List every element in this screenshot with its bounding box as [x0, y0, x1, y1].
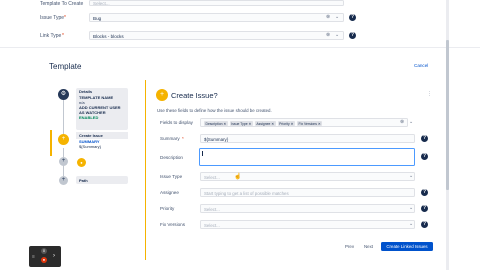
path-step[interactable]: Path — [76, 176, 128, 184]
priority-select[interactable]: Select... — [200, 204, 415, 213]
required-marker: * — [62, 33, 64, 39]
fix-versions-label: Fix Versions — [160, 222, 186, 227]
details-node-icon[interactable]: ⚙ — [58, 89, 69, 100]
create-issue-node-icon[interactable]: + — [58, 134, 69, 145]
issue-type-select[interactable]: Bug — [89, 13, 344, 22]
tree-connector — [63, 98, 64, 136]
required-marker: * — [64, 15, 66, 21]
assignee-input[interactable]: Start typing to get a list of possible m… — [200, 188, 415, 197]
help-icon[interactable]: ? — [421, 189, 428, 196]
panel-description: Use these fields to define how the issue… — [157, 108, 272, 113]
page-title: Template — [49, 62, 82, 71]
details-step[interactable]: Details TEMPLATE NAME n/a ADD CURRENT US… — [76, 88, 128, 130]
create-issue-panel — [145, 80, 435, 260]
chevron-down-icon[interactable]: ⌄ — [335, 14, 339, 20]
help-icon[interactable]: ? — [421, 135, 428, 142]
help-icon[interactable]: ? — [421, 205, 428, 212]
fields-to-display-label: Fields to display — [160, 120, 193, 125]
panel-title: Create Issue? — [171, 91, 218, 100]
summary-input[interactable]: ${Summary} — [200, 134, 415, 143]
assignee-label: Assignee — [160, 190, 179, 195]
scrollbar-thumb[interactable] — [446, 40, 449, 190]
chevron-down-icon[interactable]: ⌄ — [409, 221, 413, 227]
fix-versions-select[interactable]: Select... — [200, 220, 415, 229]
chip-assignee[interactable]: Assignee ✕ — [254, 120, 276, 127]
path-title: Path — [79, 177, 88, 183]
summary-label: Summary — [160, 136, 180, 141]
issue-type-field-select[interactable]: Select... — [200, 172, 415, 181]
active-indicator — [50, 130, 52, 156]
text-cursor — [202, 151, 203, 156]
chevron-down-icon[interactable]: ⌄ — [409, 205, 413, 211]
watcher-value: ENABLED — [79, 115, 99, 120]
record-icon[interactable]: ● — [41, 257, 47, 263]
chevron-right-icon[interactable]: › — [53, 253, 55, 259]
clear-icon[interactable]: ⊗ — [400, 119, 404, 125]
create-issue-step[interactable]: Create Issue SUMMARY ${Summary} — [76, 132, 128, 154]
description-label: Description — [160, 155, 183, 160]
help-icon[interactable]: ? — [349, 14, 356, 21]
divider — [0, 47, 480, 48]
chip-description[interactable]: Description ✕ — [204, 120, 228, 127]
mouse-cursor-icon: ☝ — [234, 174, 242, 180]
prev-button[interactable]: Prev — [341, 242, 359, 251]
create-issue-title: Create Issue — [76, 132, 128, 139]
help-icon[interactable]: ? — [349, 32, 356, 39]
add-step-icon[interactable]: + — [59, 157, 68, 166]
details-title: Details — [79, 89, 93, 94]
description-textarea[interactable] — [199, 148, 415, 166]
next-button[interactable]: Next — [360, 242, 378, 251]
chevron-down-icon[interactable]: ⌄ — [409, 173, 413, 179]
zoom-level: 0 — [41, 248, 47, 254]
priority-label: Priority — [160, 206, 175, 211]
create-issue-icon: + — [156, 89, 168, 101]
chip-priority[interactable]: Priority ✕ — [277, 120, 296, 127]
help-icon[interactable]: ? — [421, 221, 428, 228]
more-icon[interactable]: ⋮ — [427, 91, 432, 97]
cancel-link[interactable]: Cancel — [414, 63, 428, 68]
summary-value: ${Summary} — [79, 144, 102, 149]
watcher-heading: ADD CURRENT USER AS WATCHER — [79, 105, 121, 115]
issue-node-icon[interactable]: ● — [77, 158, 86, 167]
clear-icon[interactable]: ⊗ — [326, 14, 330, 20]
help-icon[interactable]: ? — [421, 153, 428, 160]
path-node-icon[interactable]: + — [59, 176, 68, 185]
clear-icon[interactable]: ⊗ — [326, 32, 330, 38]
template-to-create-label: Template To Create — [40, 1, 84, 7]
top-form: Template To Create Select... Issue Type … — [0, 0, 480, 48]
link-type-label: Link Type — [40, 33, 62, 39]
required-marker: * — [182, 136, 184, 141]
issue-type-field-label: Issue Type — [160, 174, 183, 179]
menu-icon[interactable]: ≡ — [32, 254, 35, 260]
link-type-select[interactable]: Blocks - blocks — [89, 31, 344, 40]
chip-issue-type[interactable]: Issue Type ✕ — [229, 120, 253, 127]
chip-fix-versions[interactable]: Fix Versions ✕ — [297, 120, 323, 127]
chevron-down-icon[interactable]: ⌄ — [335, 32, 339, 38]
chevron-down-icon[interactable]: ⌄ — [409, 119, 413, 125]
create-linked-issues-button[interactable]: Create Linked Issues — [381, 242, 433, 251]
zoom-widget: 0 ● ≡ › — [29, 246, 61, 267]
issue-type-label: Issue Type — [40, 15, 65, 21]
fields-to-display-select[interactable]: Description ✕ Issue Type ✕ Assignee ✕ Prior… — [200, 118, 408, 127]
template-to-create-select[interactable]: Select... — [89, 0, 344, 6]
